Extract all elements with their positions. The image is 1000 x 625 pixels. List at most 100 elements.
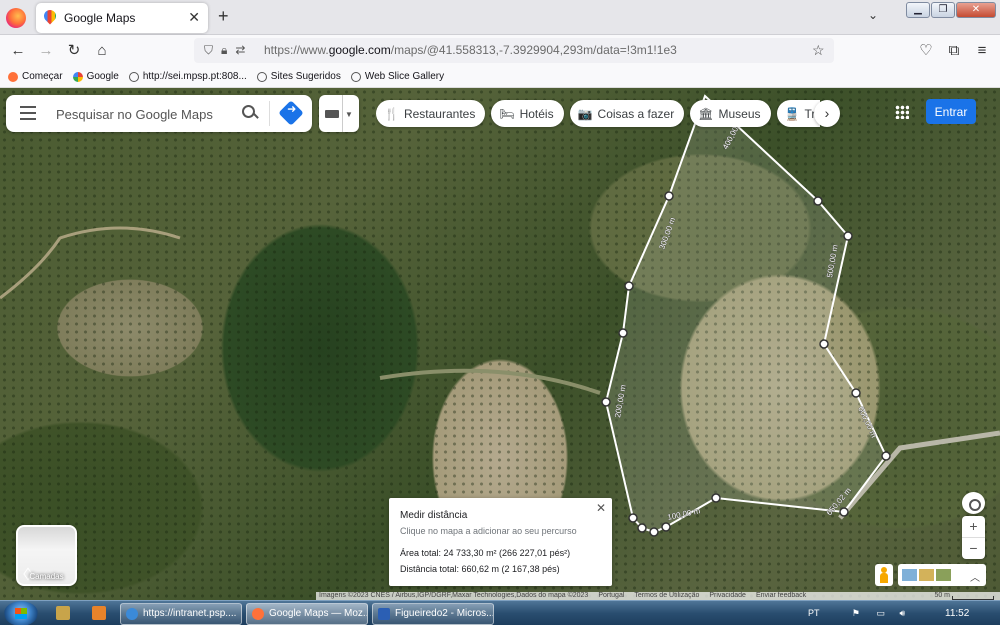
chip-restaurantes[interactable]: 🍴 Restaurantes bbox=[376, 100, 486, 127]
layers-button[interactable]: Camadas bbox=[16, 525, 77, 586]
bookmark-label: Web Slice Gallery bbox=[364, 71, 445, 82]
chevron-right-icon[interactable]: › bbox=[814, 100, 840, 127]
measure-distance-card: ✕ Medir distância Clique no mapa a adici… bbox=[389, 498, 612, 586]
google-maps-favicon-icon bbox=[44, 10, 56, 26]
search-input[interactable] bbox=[56, 103, 236, 125]
directions-icon[interactable] bbox=[278, 100, 304, 126]
task-intranet[interactable]: https://intranet.psp.... bbox=[120, 603, 242, 625]
measure-point[interactable] bbox=[628, 513, 638, 523]
map-scale[interactable]: 50 m bbox=[934, 592, 1000, 600]
measure-point[interactable] bbox=[624, 281, 634, 291]
firefox-icon bbox=[252, 608, 264, 620]
lock-icon[interactable]: 🔒︎ bbox=[221, 43, 235, 57]
terms-link[interactable]: Termos de Utilização bbox=[634, 592, 699, 600]
back-arrow-icon[interactable]: ← bbox=[6, 35, 30, 66]
bookmark-label: Sites Sugeridos bbox=[270, 71, 341, 82]
bookmark-star-icon[interactable]: ☆ bbox=[812, 38, 825, 63]
explorer-icon[interactable] bbox=[56, 606, 70, 620]
sign-in-button[interactable]: Entrar bbox=[926, 99, 976, 124]
bookmark-google[interactable]: Google bbox=[72, 71, 119, 82]
tab-title: Google Maps bbox=[64, 11, 136, 25]
bookmark-sei-mpsp[interactable]: http://sei.mpsp.pt:808... bbox=[128, 71, 247, 82]
zoom-out-button[interactable]: − bbox=[962, 537, 985, 558]
browser-window: Google Maps ✕ + ⌄ ▁ ❐ ✕ ← → ↻ ⌂ https://… bbox=[0, 0, 1000, 625]
close-tab-icon[interactable]: ✕ bbox=[188, 9, 200, 26]
hamburger-menu-icon[interactable] bbox=[20, 106, 36, 120]
search-box bbox=[6, 95, 312, 132]
volume-icon[interactable]: 🔊︎ bbox=[899, 608, 905, 618]
clock[interactable]: 11:52 bbox=[945, 601, 969, 625]
firefox-menu-icon[interactable] bbox=[6, 8, 26, 28]
chip-hoteis[interactable]: 🛏 Hotéis bbox=[491, 100, 564, 127]
thumbnail[interactable] bbox=[919, 569, 934, 581]
measure-point[interactable] bbox=[819, 339, 829, 349]
language-indicator[interactable]: PT bbox=[808, 608, 819, 618]
measure-point[interactable] bbox=[664, 191, 674, 201]
reload-icon[interactable]: ↻ bbox=[62, 35, 86, 66]
privacy-link[interactable]: Privacidade bbox=[709, 592, 746, 600]
imagery-credit: Imagens ©2023 CNES / Airbus,IGP/DGRF,Max… bbox=[319, 592, 589, 599]
chevron-up-icon[interactable]: ︿ bbox=[970, 569, 980, 584]
media-player-icon[interactable] bbox=[92, 606, 106, 620]
globe-icon bbox=[256, 71, 267, 82]
pegman-icon[interactable] bbox=[875, 564, 893, 586]
tab-google-maps[interactable]: Google Maps ✕ bbox=[36, 3, 208, 33]
thumbnail[interactable] bbox=[902, 569, 917, 581]
close-icon[interactable]: ✕ bbox=[596, 501, 606, 515]
chevron-down-icon: ▼ bbox=[345, 110, 353, 119]
extensions-icon[interactable]: ⧉ bbox=[942, 35, 966, 66]
bookmark-comecar[interactable]: Começar bbox=[8, 71, 63, 82]
google-apps-icon[interactable] bbox=[895, 105, 909, 119]
divider bbox=[342, 95, 343, 132]
measure-point[interactable] bbox=[851, 388, 861, 398]
search-icon[interactable] bbox=[240, 103, 260, 123]
chevron-down-icon[interactable]: ⌄ bbox=[868, 8, 878, 22]
chip-coisas-a-fazer[interactable]: 📷 Coisas a fazer bbox=[569, 100, 685, 127]
task-google-maps[interactable]: Google Maps — Moz... bbox=[246, 603, 368, 625]
measure-point[interactable] bbox=[618, 328, 628, 338]
imagery-thumbnails[interactable]: ︿ bbox=[898, 564, 986, 586]
chip-label: Coisas a fazer bbox=[597, 106, 675, 121]
chip-museus[interactable]: 🏛 Museus bbox=[690, 100, 771, 127]
measured-area-polygon[interactable] bbox=[604, 94, 888, 534]
monitor-icon[interactable]: ▭ bbox=[876, 608, 885, 618]
globe-icon bbox=[128, 71, 139, 82]
bookmark-web-slice-gallery[interactable]: Web Slice Gallery bbox=[350, 71, 445, 82]
task-word[interactable]: Figueiredo2 - Micros... bbox=[372, 603, 494, 625]
measure-point[interactable] bbox=[637, 523, 647, 533]
satellite-map[interactable]: 100,00 m 200,00 m 300,00 m 400,00 m 500,… bbox=[0, 88, 1000, 600]
measure-point[interactable] bbox=[839, 507, 849, 517]
measure-point[interactable] bbox=[711, 493, 721, 503]
measure-point[interactable] bbox=[649, 527, 659, 537]
thumbnail[interactable] bbox=[936, 569, 951, 581]
pocket-icon[interactable]: ♡ bbox=[914, 35, 938, 66]
category-chips: 🍴 Restaurantes 🛏 Hotéis 📷 Coisas a fazer 🏛 M… bbox=[376, 98, 820, 130]
menu-icon[interactable]: ≡ bbox=[970, 35, 994, 66]
close-window-button[interactable]: ✕ bbox=[956, 2, 996, 18]
flag-icon[interactable]: ⚑ bbox=[852, 608, 860, 618]
home-icon[interactable]: ⌂ bbox=[90, 35, 114, 66]
zoom-in-button[interactable]: + bbox=[962, 516, 985, 537]
feedback-link[interactable]: Enviar feedback bbox=[756, 592, 806, 600]
bookmark-label: Google bbox=[86, 71, 119, 82]
measure-point[interactable] bbox=[813, 196, 823, 206]
country-link[interactable]: Portugal bbox=[598, 592, 624, 600]
start-button[interactable] bbox=[4, 601, 38, 625]
my-location-button[interactable] bbox=[962, 492, 985, 514]
new-tab-button[interactable]: + bbox=[218, 6, 229, 27]
url-bar[interactable]: https://www.google.com/maps/@41.558313,-… bbox=[194, 38, 834, 63]
bookmark-sites-sugeridos[interactable]: Sites Sugeridos bbox=[256, 71, 341, 82]
shield-icon[interactable]: ⛉ bbox=[204, 43, 221, 57]
forward-arrow-icon[interactable]: → bbox=[34, 35, 58, 66]
measure-point[interactable] bbox=[881, 451, 891, 461]
maximize-button[interactable]: ❐ bbox=[931, 2, 955, 18]
minimize-button[interactable]: ▁ bbox=[906, 2, 930, 18]
measure-point[interactable] bbox=[601, 397, 611, 407]
permissions-icon[interactable]: ⇄ bbox=[235, 43, 253, 57]
measure-point[interactable] bbox=[661, 522, 671, 532]
word-icon bbox=[378, 608, 390, 620]
keyboard-icon bbox=[325, 110, 339, 118]
total-distance: Distância total: 660,62 m (2 167,38 pés) bbox=[400, 564, 560, 574]
input-tools-button[interactable]: ▼ bbox=[319, 95, 359, 132]
measure-point[interactable] bbox=[843, 231, 853, 241]
